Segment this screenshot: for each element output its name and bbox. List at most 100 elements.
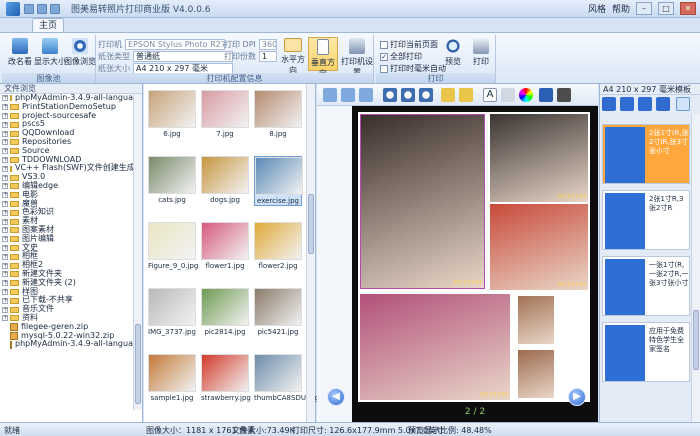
orient-vertical-button[interactable]: 垂直方向 [308,37,338,78]
expand-icon[interactable]: + [2,95,8,102]
thumbnail-item[interactable]: cats.jpg [148,156,196,204]
expand-icon[interactable]: + [2,174,8,181]
zoom-out-icon[interactable] [419,88,433,102]
photo-woman-smile-2[interactable] [518,350,554,398]
expand-icon[interactable]: + [2,139,8,146]
expand-icon[interactable]: + [2,297,8,304]
thumbnail-item[interactable]: Figure_9_0.jpg [148,222,198,270]
folder-item[interactable]: + 文史 [0,243,134,253]
expand-icon[interactable]: + [2,209,8,216]
quick-undo-icon[interactable] [37,3,47,14]
folder-item[interactable]: + project-sourcesafe [0,111,134,121]
expand-icon[interactable]: + [2,112,8,119]
rename-view-button[interactable]: 改名看 [4,37,36,71]
color-wheel-icon[interactable] [519,88,533,102]
thumbnail-item[interactable]: sample1.jpg [148,354,196,402]
maximize-button[interactable]: □ [658,2,674,15]
folder-item[interactable]: +VC++ Flash(SWF)文件创建生成Lib库 [0,164,134,173]
text-template-icon[interactable] [676,97,690,111]
folder-item[interactable]: + 已下载-不共享 [0,296,134,305]
photo-main-portrait[interactable]: 2011/11/24 [360,114,485,289]
zoom-fit-icon[interactable] [383,88,397,102]
scissors-icon[interactable] [501,88,515,102]
expand-icon[interactable]: + [2,236,8,243]
photo-woman-smile-1[interactable] [518,296,554,344]
printer-setup-button[interactable]: 打印机设置 [340,37,374,77]
print-button[interactable]: 打印 [468,37,494,71]
expand-icon[interactable]: + [2,288,8,295]
background-icon[interactable] [557,88,571,102]
scroll-thumb[interactable] [693,310,699,370]
expand-icon[interactable]: + [2,130,8,137]
scroll-thumb[interactable] [308,194,314,254]
edit-template-icon[interactable] [620,97,634,111]
folder-item[interactable]: + Repositories [0,137,134,147]
thumbnail-item[interactable]: 6.jpg [148,90,196,138]
move-icon[interactable] [459,88,473,102]
print-current-page-check[interactable]: 打印当前页面 [380,39,438,50]
photo-pink-flowers[interactable]: 2011/11/24 [360,294,510,400]
close-button[interactable]: ✕ [680,2,696,15]
folder-item[interactable]: + 素材 [0,216,134,226]
expand-icon[interactable]: + [2,156,8,163]
expand-icon[interactable]: + [2,121,8,128]
flip-icon[interactable] [341,88,355,102]
thumbnail-item[interactable]: 8.jpg [254,90,302,138]
thumbnail-item[interactable]: IMG_3737.jpg [148,288,196,336]
menu-style[interactable]: 风格 [588,2,606,15]
paper-type-select[interactable]: 普通纸 [133,51,233,62]
thumbnail-item[interactable]: flower2.jpg [254,222,302,270]
quick-menu-icon[interactable] [50,3,60,14]
undo-icon[interactable] [323,88,337,102]
copy-template-icon[interactable] [656,97,670,111]
text-icon[interactable]: A [483,88,497,102]
photo-kids-christmas[interactable]: 2011/11/24 [490,204,588,290]
thumbnail-item[interactable]: strawberry.jpg [201,354,251,402]
folder-item[interactable]: + 相框 [0,252,134,261]
template-item[interactable]: 一张1寸(R,一张2寸R,一张3寸张小寸 [602,256,690,316]
template-item[interactable]: 2张1寸(R,张2寸IR,张3寸张小寸 [602,124,690,184]
folder-item[interactable]: + 音乐文件 [0,304,134,314]
thumbnail-item[interactable]: exercise.jpg [254,156,303,206]
print-all-check[interactable]: ✓ 全部打印 [380,51,422,62]
expand-icon[interactable]: + [2,104,8,111]
thumbnail-item[interactable]: 7.jpg [201,90,249,138]
expand-icon[interactable]: + [2,315,8,322]
folder-item[interactable]: + 电影 [0,190,134,200]
add-template-icon[interactable] [602,97,616,111]
tab-home[interactable]: 主页 [32,18,64,33]
prev-page-button[interactable]: ◀ [327,388,345,406]
folder-item[interactable]: + 魔兽 [0,199,134,209]
folder-item[interactable]: + 编辑edge [0,181,134,191]
expand-icon[interactable]: + [2,244,8,251]
scroll-thumb[interactable] [135,324,141,404]
thumbnail-vertical-scrollbar[interactable] [306,84,315,422]
expand-icon[interactable]: + [2,306,8,313]
tree-vertical-scrollbar[interactable] [133,94,142,410]
expand-icon[interactable]: + [2,262,8,269]
image-browse-button[interactable]: 图像浏览 [64,37,96,71]
quick-save-icon[interactable] [24,3,34,14]
photo-portrait-top-right[interactable]: 2011/11/24 [490,114,588,202]
expand-icon[interactable]: + [2,148,8,155]
folder-item[interactable]: + 图案素材 [0,225,134,235]
folder-item[interactable]: + 色彩知识 [0,208,134,217]
folder-tree[interactable]: + phpMyAdmin-3.4.9-all-languages + PrintSta… [0,94,134,410]
copies-input[interactable]: 1 [259,51,277,62]
delete-template-icon[interactable] [638,97,652,111]
arrange-icon[interactable] [441,88,455,102]
template-item[interactable]: 应用于免费特色学生全家签名 [602,322,690,382]
template-item[interactable]: 2张1寸R,3张2寸R [602,190,690,250]
thumbnail-item[interactable]: thumbCA8SDU.jpg [254,354,319,402]
expand-icon[interactable]: + [2,253,8,260]
menu-help[interactable]: 帮助 [612,2,630,15]
thumbnail-item[interactable]: pic5421.jpg [254,288,302,336]
expand-icon[interactable]: + [2,271,8,278]
folder-item[interactable]: + VS3.0 [0,172,134,182]
expand-icon[interactable]: + [2,200,8,207]
folder-item[interactable]: + 图片编辑 [0,234,134,244]
expand-icon[interactable]: + [2,183,8,190]
expand-icon[interactable]: + [2,218,8,225]
display-size-button[interactable]: 显示大小 [34,37,66,71]
printer-select[interactable]: EPSON Stylus Photo R270 Series [125,39,225,50]
